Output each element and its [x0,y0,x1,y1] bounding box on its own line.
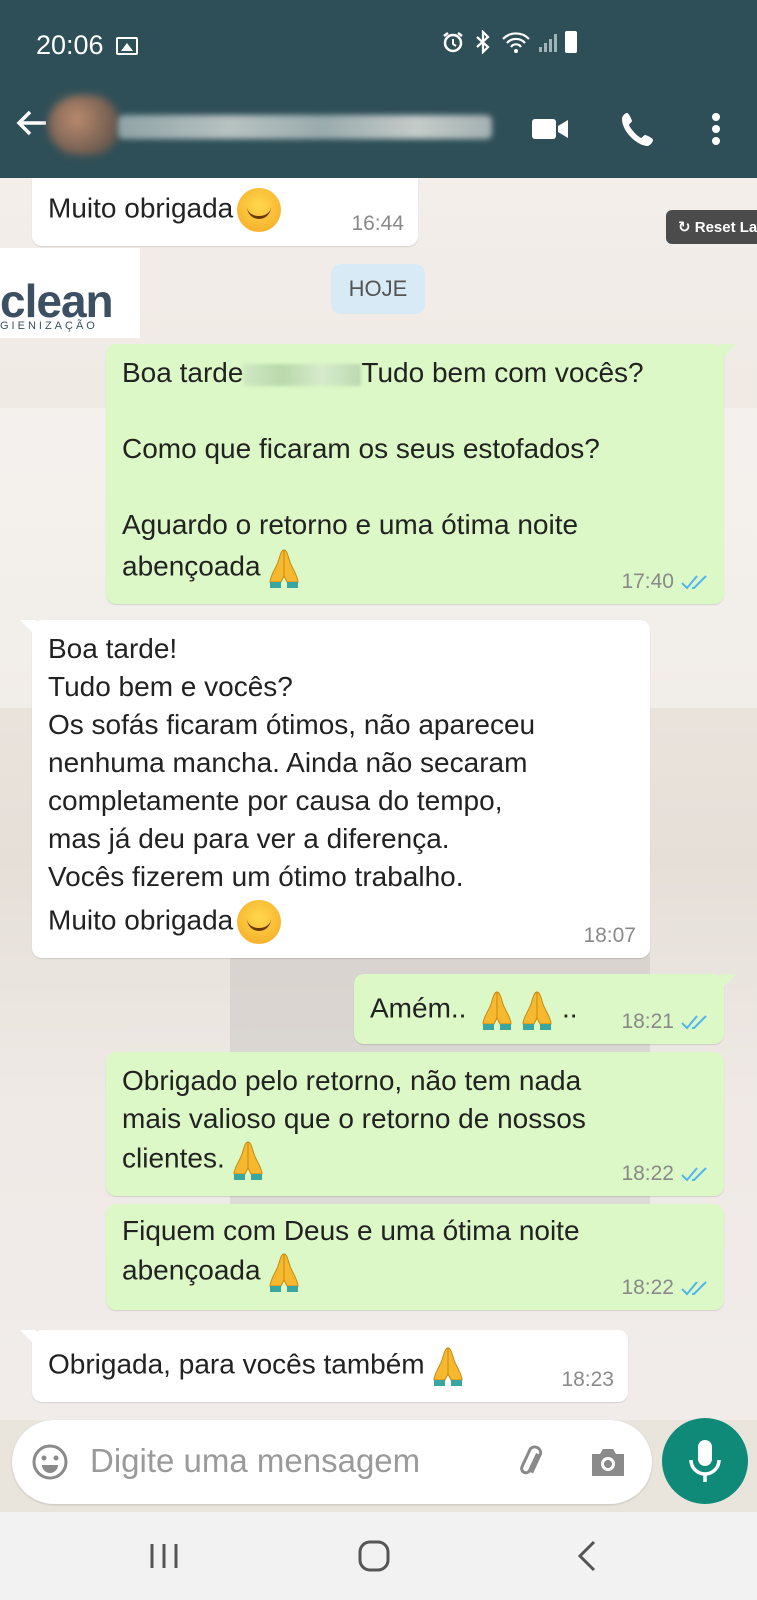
smile-emoji-icon [237,188,282,232]
pray-emoji-icon [269,549,299,588]
back-chevron-icon[interactable] [566,1534,610,1578]
message-incoming[interactable]: Boa tarde! Tudo bem e vocês? Os sofás fi… [20,620,650,958]
read-ticks-icon [681,1015,707,1030]
wifi-icon [502,32,530,53]
message-incoming[interactable]: Obrigada, para vocês também 18:23 [20,1330,628,1402]
video-call-icon[interactable] [530,109,570,149]
message-outgoing[interactable]: Fiquem com Deus e uma ótima noite abenço… [106,1204,724,1310]
bluetooth-icon [476,30,490,54]
pray-emoji-icon [233,1141,263,1180]
message-outgoing[interactable]: Boa tarde Tudo bem com vocês? Como que fi… [106,344,736,604]
phone-icon[interactable] [618,109,658,149]
signal-icon [539,32,557,52]
battery-icon [565,31,577,53]
message-text: Boa tarde! Tudo bem e vocês? Os sofás fi… [48,633,536,892]
message-time: 16:44 [351,212,404,235]
pray-emoji-icon [482,991,512,1030]
status-icons [441,30,577,54]
message-composer[interactable]: Digite uma mensagem [12,1420,652,1504]
emoji-icon[interactable] [30,1442,70,1482]
contact-name-redacted[interactable] [118,115,492,139]
message-text: Fiquem com Deus e uma ótima noite abenço… [122,1215,580,1286]
message-text: Muito obrigada [48,904,234,936]
message-text: Obrigado pelo retorno, não tem nada mais… [122,1065,586,1174]
read-ticks-icon [681,1167,707,1182]
chat-header [0,75,757,178]
read-ticks-icon [681,575,707,590]
status-bar: 20:06 [0,0,757,75]
image-notification-icon [116,37,138,55]
home-icon[interactable] [352,1534,396,1578]
smile-emoji-icon [237,900,282,944]
contact-avatar[interactable] [48,95,120,155]
message-text: abençoada [122,550,261,582]
alarm-icon [443,32,463,53]
message-input[interactable]: Digite uma mensagem [90,1442,420,1480]
redacted-name [243,363,362,386]
message-outgoing[interactable]: Amém.. .. 18:21 [354,974,736,1044]
message-time: 18:21 [621,1010,674,1033]
message-text: Aguardo o retorno e uma ótima noite [122,509,579,540]
message-time: 18:22 [621,1162,674,1185]
arrow-left-icon[interactable] [14,105,50,141]
message-text: Boa tarde [122,357,244,388]
message-time: 18:23 [561,1368,614,1391]
mic-button[interactable] [662,1418,748,1504]
message-text: Tudo bem com vocês? [361,357,644,388]
message-text: Como que ficaram os seus estofados? [122,433,600,464]
message-text: Obrigada, para vocês também [48,1348,425,1380]
message-text: .. [562,992,578,1024]
camera-icon[interactable] [588,1442,628,1482]
date-chip: HOJE [331,264,425,314]
message-incoming[interactable]: Muito obrigada 16:44 [32,178,418,246]
system-nav-bar [0,1512,757,1600]
paperclip-icon[interactable] [512,1442,552,1482]
message-time: 17:40 [621,570,674,593]
read-ticks-icon [681,1281,707,1296]
message-time: 18:22 [621,1276,674,1299]
chat-area: clean GIENIZAÇÃO ↻ Reset La Muito obriga… [0,178,757,1420]
recents-icon[interactable] [142,1534,186,1578]
message-text: Amém.. [370,992,467,1024]
status-time: 20:06 [36,30,104,60]
more-vert-icon[interactable] [696,109,736,149]
pray-emoji-icon [269,1253,299,1292]
pray-emoji-icon [433,1347,463,1386]
message-time: 18:07 [583,924,636,947]
wallpaper-reset-chip: ↻ Reset La [666,210,757,244]
mic-icon [689,1440,721,1482]
wallpaper-logo-sub: GIENIZAÇÃO [0,320,98,332]
pray-emoji-icon [522,991,552,1030]
message-text: Muito obrigada [48,192,234,224]
message-outgoing[interactable]: Obrigado pelo retorno, não tem nada mais… [106,1052,724,1196]
